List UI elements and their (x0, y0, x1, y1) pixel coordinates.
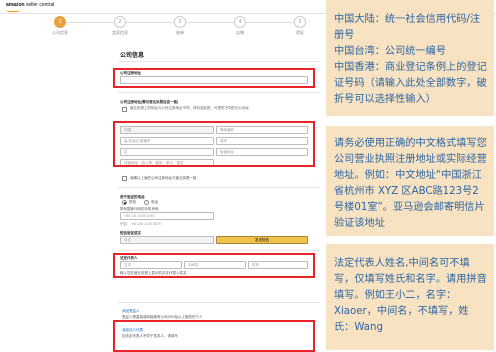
highlight-address (113, 121, 315, 167)
annotation-legal-rep: 法定代表人姓名,中间名可不填写，仅填写姓氏和名字。请用拼音填写。例如王小二，名字… (326, 244, 494, 350)
call-radio-label: 电话 (151, 200, 158, 204)
highlight-registration-number (113, 68, 315, 88)
annotation-text: 法定代表人姓名,中间名可不填写，仅填写姓氏和名字。请用拼音填写。例如王小二，名字… (334, 258, 487, 333)
amazon-logo[interactable]: amazon seller central (6, 2, 54, 8)
send-sms-button[interactable]: 发送短信 (216, 236, 308, 244)
annotation-text: 请务必使用正确的中文格式填写您公司营业执照注册地址或实际经营地址。例如：中文地址… (334, 138, 487, 229)
step-seller-info: 2 卖家信息 (100, 16, 140, 36)
step-label: 验证 (296, 30, 304, 35)
call-radio[interactable] (144, 200, 149, 205)
different-address-note: 营业执照上的地址与公司注册地址不同，请勾选此框，可提供不同的办公地址 (130, 106, 249, 110)
address-label: 公司注册地址(需与营业执照信息一致) (120, 100, 179, 104)
section-title: 公司信息 (120, 53, 145, 59)
step-dot: 5 (294, 16, 306, 28)
annotation-text: 中国大陆：统一社会信用代码/注册号 中国台湾：公司统一编号 中国香港：商业登记条… (334, 14, 487, 105)
phone-hint: 例如：+86 139 1234 5678 (120, 222, 161, 226)
divider (118, 302, 320, 303)
annotation-address: 请务必使用正确的中文格式填写您公司营业执照注册地址或实际经营地址。例如：中文地址… (326, 126, 494, 236)
divider (118, 92, 320, 93)
address-confirm-label: 我确认上面的公司注册地址与营业执照一致 (130, 176, 197, 180)
step-verification: 5 验证 (280, 16, 320, 36)
sms-radio[interactable] (122, 200, 127, 205)
step-label: 公司信息 (52, 30, 68, 35)
divider (118, 61, 320, 62)
divider (118, 187, 320, 188)
add-beneficiary-link[interactable]: 添加受益人 (122, 309, 140, 314)
step-label: 卖家信息 (112, 30, 128, 35)
logo-smile-icon (6, 9, 20, 12)
registration-stepper: 1 公司信息 2 卖家信息 3 账单 4 店铺 5 验证 (40, 16, 320, 38)
step-company-info: 1 公司信息 (40, 16, 80, 36)
phone-input[interactable]: +86 131 2345 6789 (120, 212, 214, 220)
step-label: 店铺 (236, 30, 244, 35)
step-dot: 4 (234, 16, 246, 28)
divider (118, 250, 320, 251)
highlight-beneficiary (113, 320, 315, 352)
sms-radio-label: 短信 (129, 200, 136, 204)
annotation-registration-number: 中国大陆：统一社会信用代码/注册号 中国台湾：公司统一编号 中国香港：商业登记条… (326, 0, 494, 116)
sms-language-select[interactable]: 中文 (120, 236, 214, 244)
step-dot: 3 (174, 16, 186, 28)
logo-main: amazon (6, 2, 25, 8)
step-label: 账单 (176, 30, 184, 35)
highlight-legal-rep (113, 253, 315, 278)
step-store: 4 店铺 (220, 16, 260, 36)
address-confirm-checkbox[interactable] (122, 176, 127, 181)
different-address-checkbox[interactable] (122, 107, 127, 112)
step-billing: 3 账单 (160, 16, 200, 36)
logo-sub: seller central (26, 2, 55, 8)
step-dot: 2 (114, 16, 126, 28)
step-dot: 1 (54, 16, 66, 28)
